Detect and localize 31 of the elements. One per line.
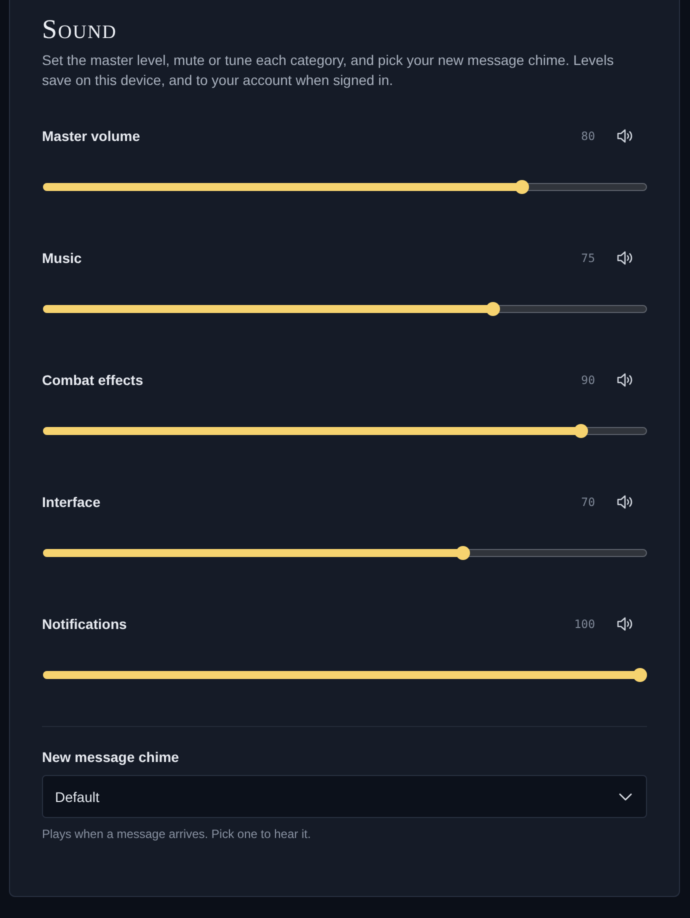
slider-thumb[interactable] [633,668,647,682]
channel-label: Master volume [42,128,142,144]
section-description: Set the master level, mute or tune each category, and pick your new message chime. Levels save on this device, and to your account when signed in. [42,51,615,90]
volume-slider-track[interactable] [43,180,647,194]
volume-reading: 100 [574,617,595,631]
volume-slider-track[interactable] [43,424,647,438]
speaker-icon[interactable] [617,495,633,509]
slider-thumb[interactable] [574,424,588,438]
volume-reading: 75 [581,251,595,265]
chime-hint: Plays when a message arrives. Pick one to hear it. [42,826,312,842]
slider-thumb[interactable] [456,546,470,560]
channel-label: Interface [42,494,102,510]
channel-label: Music [42,250,83,266]
volume-slider-track[interactable] [43,546,647,560]
speaker-icon[interactable] [617,617,633,631]
chime-select[interactable]: Default [42,775,647,818]
volume-reading: 80 [581,129,595,143]
chime-label: New message chime [42,748,180,767]
volume-slider-track[interactable] [43,302,647,316]
slider-thumb[interactable] [515,180,529,194]
channel-label: Notifications [42,616,128,632]
channel-label: Combat effects [42,372,144,388]
volume-reading: 90 [581,373,595,387]
chevron-down-icon [619,792,632,800]
volume-reading: 70 [581,495,595,509]
slider-thumb[interactable] [486,302,500,316]
speaker-icon[interactable] [617,129,633,143]
speaker-icon[interactable] [617,251,633,265]
volume-slider-track[interactable] [43,668,647,682]
speaker-icon[interactable] [617,373,633,387]
section-title: Sound [42,13,118,46]
